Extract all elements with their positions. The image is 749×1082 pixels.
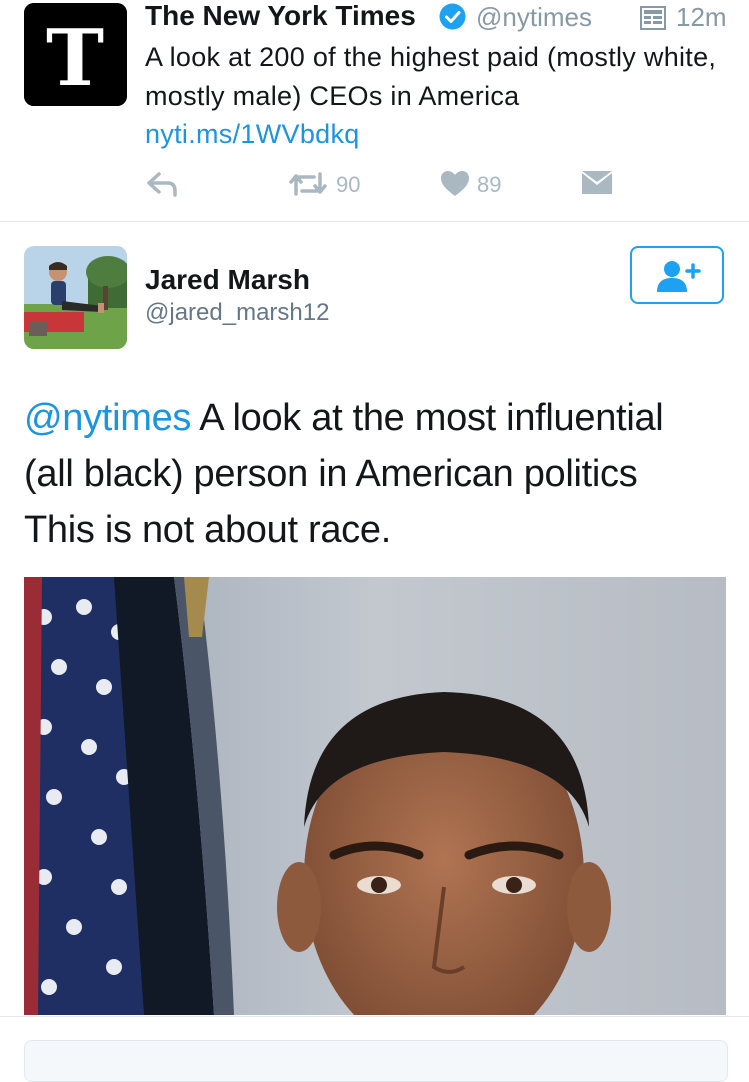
direct-message-button[interactable] bbox=[581, 170, 613, 200]
tweet-text-line-3: This is not about race. bbox=[24, 509, 391, 551]
reply-input-bar[interactable] bbox=[24, 1040, 728, 1082]
message-icon bbox=[582, 171, 612, 194]
like-button[interactable]: 89 bbox=[440, 170, 512, 200]
tweet-photo[interactable] bbox=[24, 577, 726, 1015]
bottom-divider bbox=[0, 1016, 749, 1017]
tweet-text-line-1: A look at the most influential bbox=[191, 397, 664, 439]
quoted-tweet[interactable]: T The New York Times @nytimes 12m A look… bbox=[0, 0, 749, 221]
follow-button[interactable] bbox=[630, 246, 724, 304]
heart-icon bbox=[441, 171, 469, 196]
author-handle[interactable]: @jared_marsh12 bbox=[145, 298, 329, 328]
reply-button[interactable] bbox=[146, 170, 178, 200]
author-name[interactable]: Jared Marsh bbox=[145, 264, 310, 296]
quoted-tweet-text: A look at 200 of the highest paid (mostl… bbox=[145, 42, 717, 111]
author-photo bbox=[24, 246, 127, 349]
reply-icon bbox=[147, 172, 177, 197]
retweet-icon bbox=[289, 172, 327, 196]
quoted-tweet-link[interactable]: nyti.ms/1WVbdkq bbox=[145, 115, 360, 154]
tweet-text: @nytimes A look at the most influential … bbox=[24, 390, 734, 558]
quoted-timestamp: 12m bbox=[676, 2, 727, 32]
verified-icon bbox=[439, 3, 466, 30]
nyt-logo-icon: T bbox=[24, 3, 127, 106]
nyt-logo-letter: T bbox=[46, 13, 104, 104]
tweet-divider bbox=[0, 221, 749, 222]
author-avatar[interactable] bbox=[24, 246, 127, 349]
add-user-icon bbox=[657, 261, 701, 292]
retweet-button[interactable]: 90 bbox=[288, 170, 368, 200]
mention-link[interactable]: @nytimes bbox=[24, 397, 191, 439]
nyt-avatar[interactable]: T bbox=[24, 3, 127, 106]
quoted-account-name[interactable]: The New York Times bbox=[145, 0, 416, 32]
portrait-photo bbox=[24, 577, 726, 1015]
timeline-icon bbox=[640, 6, 666, 30]
retweet-count: 90 bbox=[336, 172, 361, 197]
tweet-text-line-2: (all black) person in American politics bbox=[24, 453, 638, 495]
quoted-handle[interactable]: @nytimes bbox=[476, 1, 592, 33]
like-count: 89 bbox=[477, 172, 502, 197]
